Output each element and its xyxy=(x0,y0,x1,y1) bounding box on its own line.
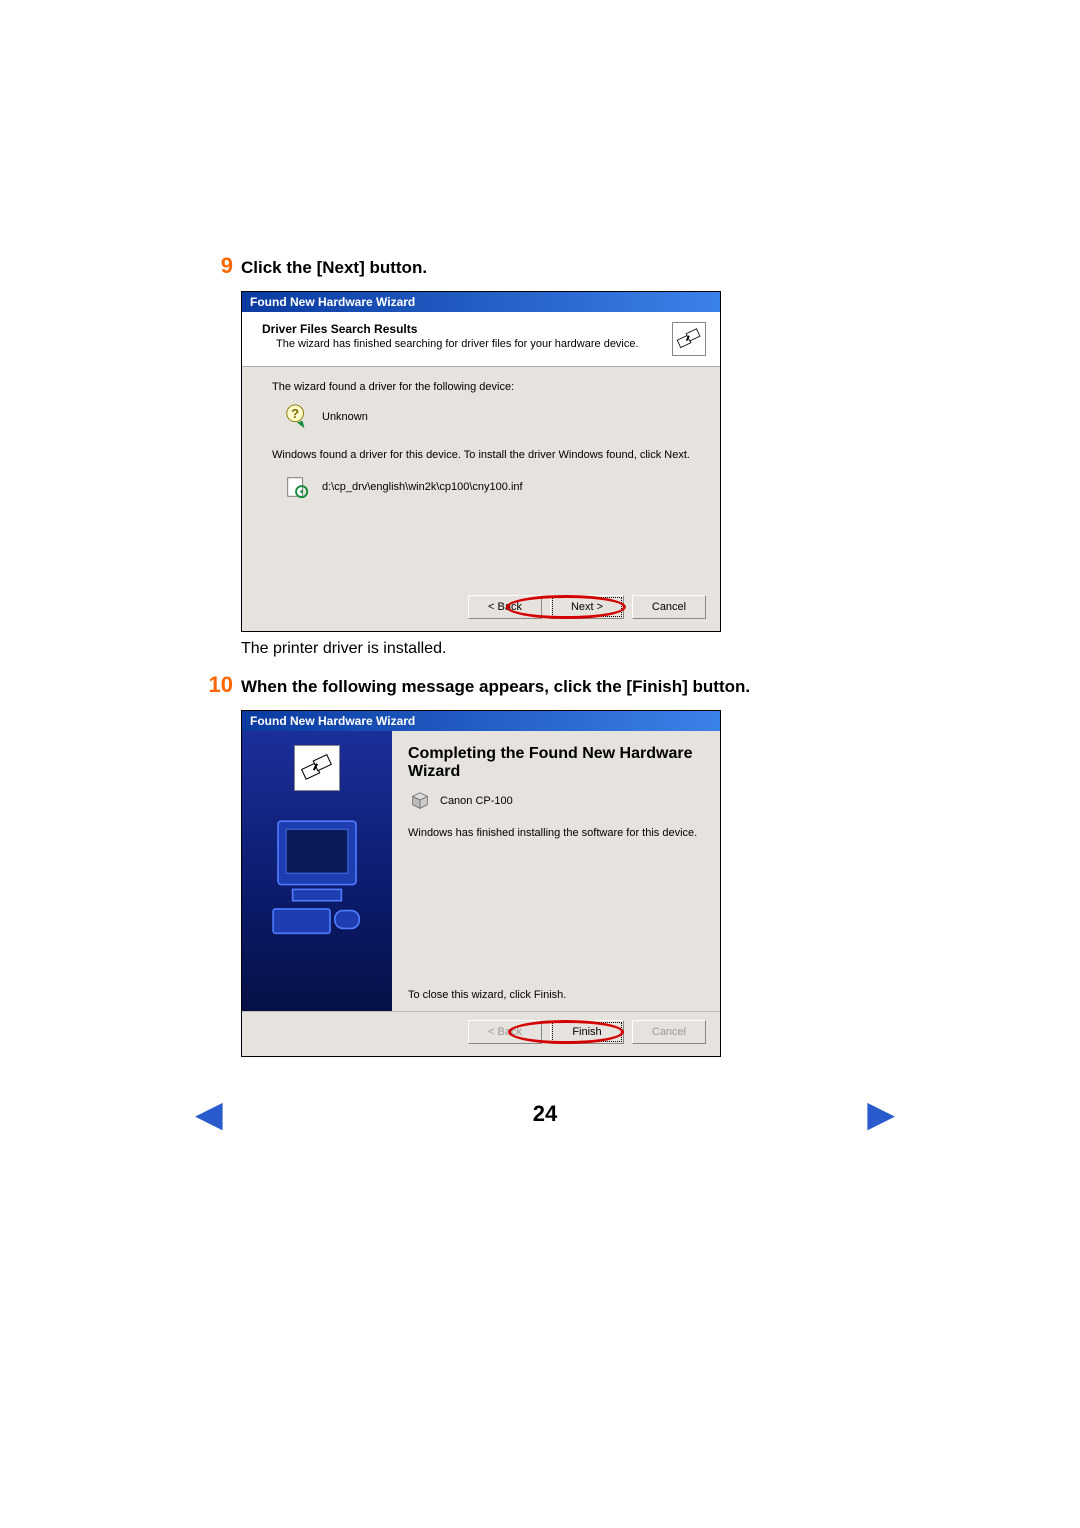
dialog2-side-panel xyxy=(242,731,392,1011)
step-9-after-text: The printer driver is installed. xyxy=(241,640,895,658)
device-row: ? Unknown xyxy=(282,403,690,431)
cancel-button-2: Cancel xyxy=(632,1020,706,1044)
printer-icon xyxy=(408,789,432,813)
dialog2-titlebar: Found New Hardware Wizard xyxy=(242,711,720,731)
step-9-title: Click the [Next] button. xyxy=(241,258,427,278)
svg-text:?: ? xyxy=(291,406,299,421)
step-10-number: 10 xyxy=(195,672,233,698)
hardware-icon-svg xyxy=(676,326,702,352)
dialog-completing: Found New Hardware Wizard xyxy=(241,710,721,1057)
back-button[interactable]: < Back xyxy=(468,595,542,619)
finish-button[interactable]: Finish xyxy=(550,1020,624,1044)
cancel-button[interactable]: Cancel xyxy=(632,595,706,619)
dialog-header: Driver Files Search Results The wizard h… xyxy=(242,312,720,367)
step-10-title: When the following message appears, clic… xyxy=(241,677,750,697)
prev-page-button[interactable]: ◀ xyxy=(195,1096,229,1132)
dialog-body: The wizard found a driver for the follow… xyxy=(242,367,720,587)
inf-file-icon xyxy=(282,473,312,501)
dialog2-main: Completing the Found New Hardware Wizard… xyxy=(242,731,720,1011)
printer-row: Canon CP-100 xyxy=(408,789,704,813)
body-line-2: Windows found a driver for this device. … xyxy=(272,449,690,461)
monitor-illustration-icon xyxy=(267,813,367,943)
page-navigation: ◀ 24 ▶ xyxy=(195,1092,895,1136)
dialog2-close-line: To close this wizard, click Finish. xyxy=(408,989,704,1001)
page-number: 24 xyxy=(533,1101,557,1127)
completing-title: Completing the Found New Hardware Wizard xyxy=(408,745,704,781)
driver-file-row: d:\cp_drv\english\win2k\cp100\cny100.inf xyxy=(282,473,690,501)
step-9-heading: 9 Click the [Next] button. xyxy=(195,253,895,279)
dialog-button-row: < Back Next > Cancel xyxy=(242,587,720,631)
step-9-number: 9 xyxy=(195,253,233,279)
hardware-icon-2 xyxy=(294,745,340,791)
step-10-heading: 10 When the following message appears, c… xyxy=(195,672,895,698)
body-line-1: The wizard found a driver for the follow… xyxy=(272,381,690,393)
next-button[interactable]: Next > xyxy=(550,595,624,619)
dialog-titlebar: Found New Hardware Wizard xyxy=(242,292,720,312)
device-name: Unknown xyxy=(322,411,368,423)
dialog-header-text: Driver Files Search Results The wizard h… xyxy=(262,322,639,350)
dialog2-content: Completing the Found New Hardware Wizard… xyxy=(392,731,720,1011)
dialog2-body-line: Windows has finished installing the soft… xyxy=(408,827,704,839)
dialog-driver-results: Found New Hardware Wizard Driver Files S… xyxy=(241,291,721,632)
page-body: 9 Click the [Next] button. Found New Har… xyxy=(195,253,895,1057)
hardware-icon xyxy=(672,322,706,356)
dialog2-button-row: < Back Finish Cancel xyxy=(242,1011,720,1056)
back-button-2: < Back xyxy=(468,1020,542,1044)
dialog-header-bold: Driver Files Search Results xyxy=(262,322,639,336)
driver-path: d:\cp_drv\english\win2k\cp100\cny100.inf xyxy=(322,481,523,493)
unknown-device-icon: ? xyxy=(282,403,312,431)
printer-name: Canon CP-100 xyxy=(440,795,513,807)
dialog-header-sub: The wizard has finished searching for dr… xyxy=(276,338,639,350)
next-page-button[interactable]: ▶ xyxy=(861,1096,895,1132)
